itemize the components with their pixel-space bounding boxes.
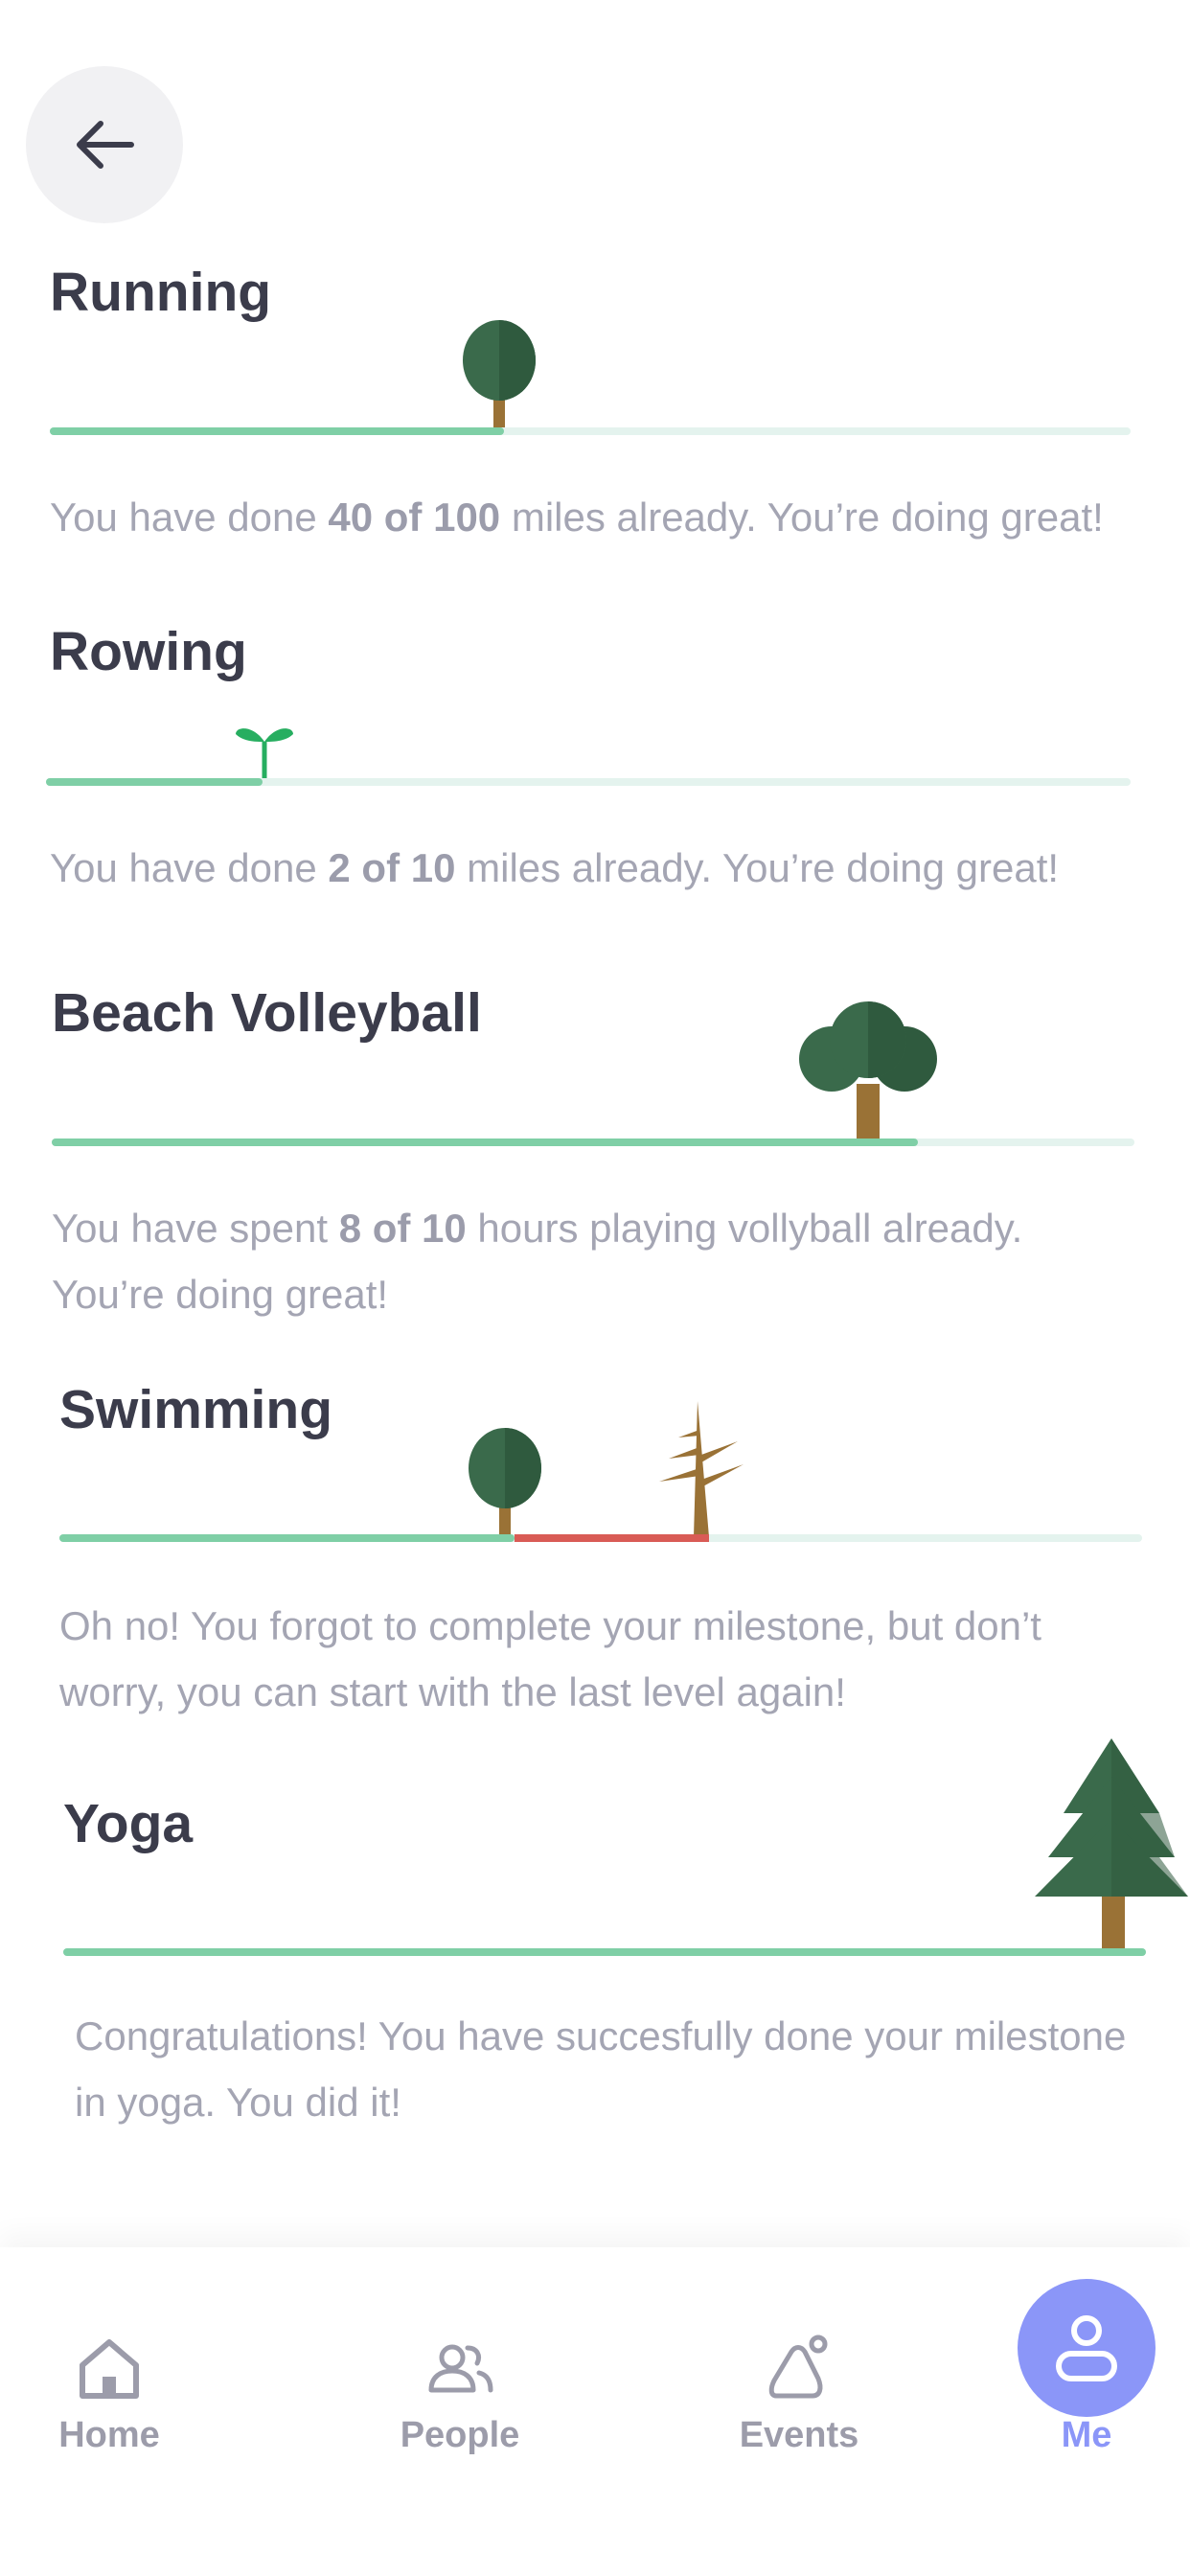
progress-track (50, 427, 1131, 435)
dead-tree-icon (659, 1401, 744, 1537)
milestone-description: You have spent 8 of 10 hours playing vol… (52, 1206, 1023, 1317)
milestone-title: Swimming (59, 1379, 333, 1440)
tab-me[interactable]: Me (991, 2247, 1182, 2496)
progress-fill (50, 427, 504, 435)
pine-tree-icon (1035, 1738, 1188, 1949)
milestone-title: Rowing (50, 621, 247, 682)
profile-icon (1018, 2279, 1156, 2417)
milestone-description: You have done 2 of 10 miles already. You… (50, 845, 1060, 890)
young-tree-icon (469, 1428, 541, 1538)
tab-label: People (400, 2415, 520, 2455)
tab-home[interactable]: Home (13, 2247, 205, 2496)
progress-track (46, 778, 1131, 786)
tab-label: Home (58, 2415, 160, 2455)
sprout-icon (236, 728, 293, 782)
tab-people[interactable]: People (364, 2247, 556, 2496)
milestone-description: Oh no! You forgot to complete your miles… (59, 1603, 1041, 1714)
tab-label: Me (1061, 2415, 1112, 2455)
arrow-left-icon (77, 121, 134, 169)
progress-fill (52, 1138, 918, 1146)
tab-events[interactable]: Events (703, 2247, 895, 2496)
progress-track (59, 1534, 1142, 1542)
milestone-title: Running (50, 262, 272, 323)
milestone-title: Beach Volleyball (52, 982, 482, 1044)
milestone-title: Yoga (63, 1793, 194, 1854)
progress-fill (63, 1948, 1146, 1956)
milestone-description: You have done 40 of 100 miles already. Y… (50, 494, 1104, 540)
progress-fill (59, 1534, 515, 1542)
missed-segment (514, 1534, 709, 1542)
bottom-tab-bar: Home People Events Me (0, 2247, 1190, 2576)
back-button[interactable] (26, 66, 183, 223)
progress-track (52, 1138, 1134, 1146)
progress-track (63, 1948, 1146, 1956)
tab-label: Events (739, 2415, 859, 2455)
milestone-description: Congratulations! You have succesfully do… (75, 2013, 1127, 2125)
young-tree-icon (463, 320, 536, 430)
progress-fill (46, 778, 263, 786)
bushy-tree-icon (799, 1001, 937, 1141)
